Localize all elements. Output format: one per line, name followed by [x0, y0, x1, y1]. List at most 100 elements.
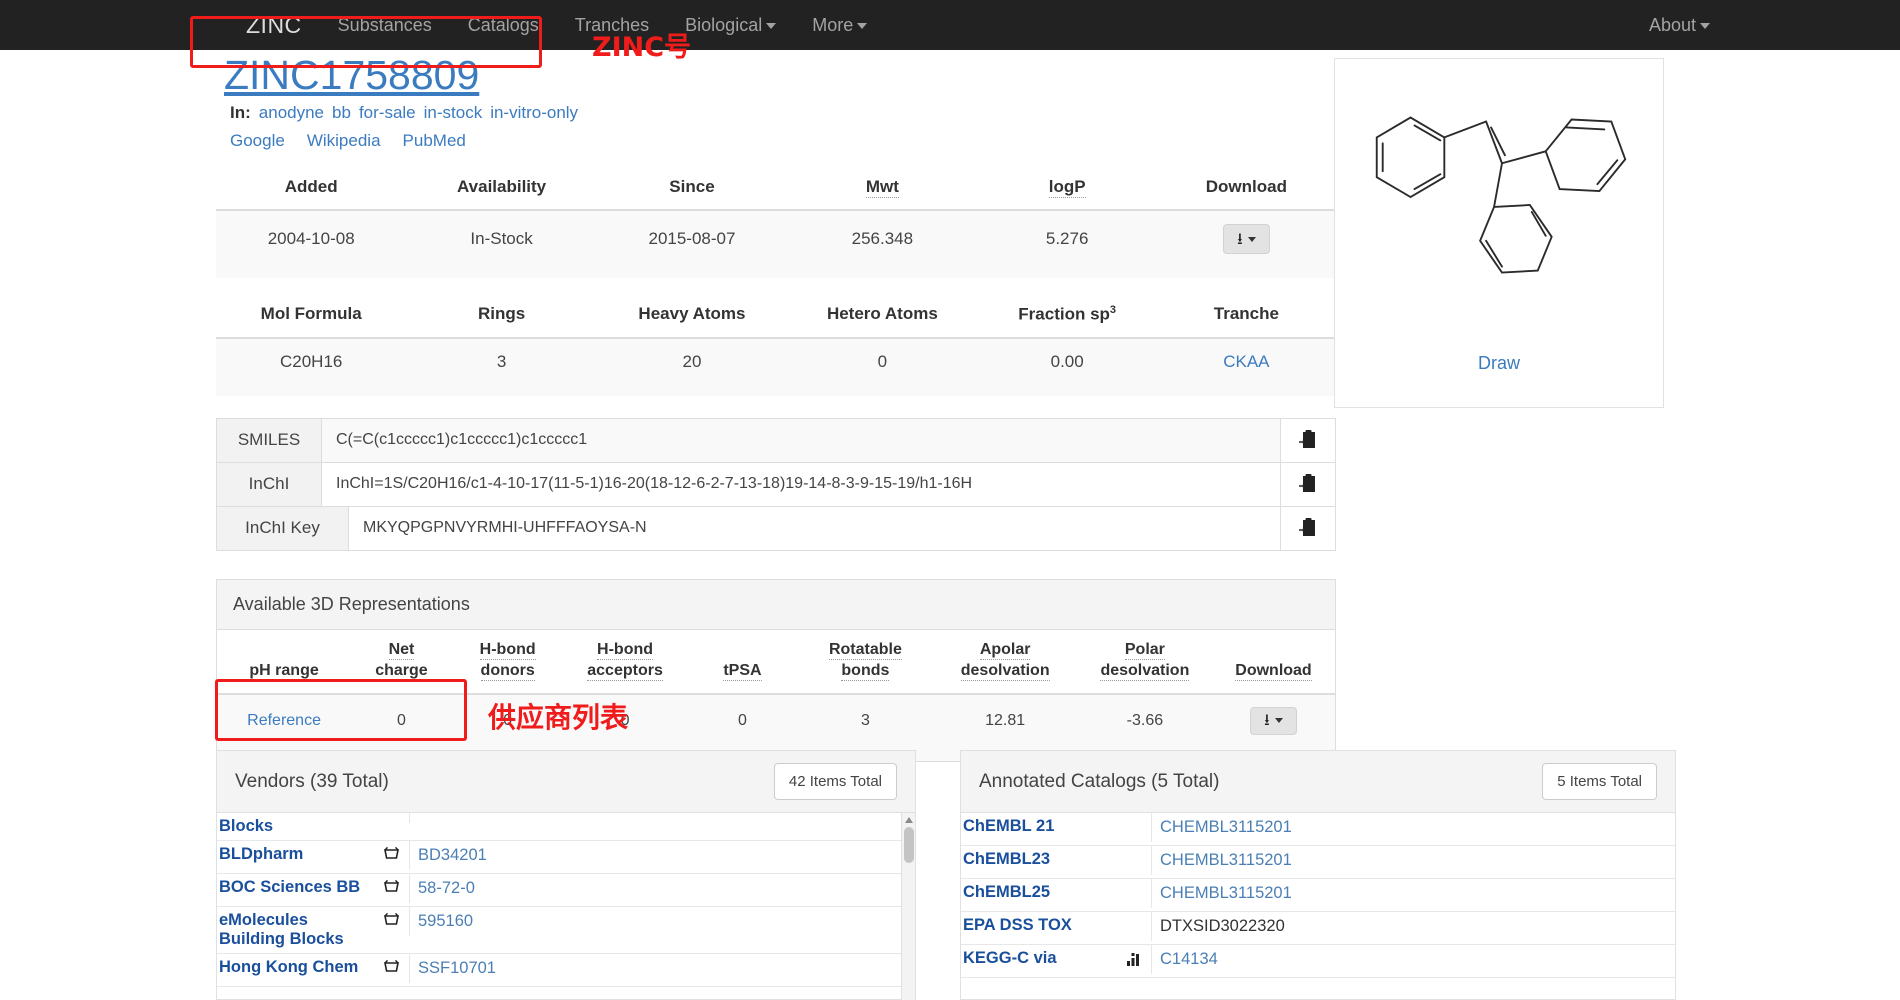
cart-icon — [383, 959, 400, 975]
scroll-up-icon[interactable] — [905, 817, 913, 823]
catalog-name[interactable]: ChEMBL23 — [961, 846, 1151, 873]
catalogs-items-total-button[interactable]: 5 Items Total — [1542, 763, 1657, 800]
list-item[interactable]: ChEMBL23 CHEMBL3115201 — [961, 846, 1675, 879]
inchikey-label: InChI Key — [217, 506, 349, 550]
vendors-items-total-button[interactable]: 42 Items Total — [773, 763, 897, 800]
vendor-code[interactable] — [409, 813, 915, 823]
list-item[interactable]: EPA DSS TOX DTXSID3022320 — [961, 912, 1675, 945]
catalog-name-label: EPA DSS TOX — [963, 916, 1072, 934]
vendor-code[interactable]: SSF10701 — [409, 953, 915, 983]
vendors-panel-title: Vendors (39 Total) — [235, 770, 389, 792]
catalog-code[interactable]: CHEMBL3115201 — [1151, 879, 1675, 908]
copy-smiles-button[interactable] — [1280, 418, 1335, 462]
cart-icon — [383, 912, 400, 928]
chevron-down-icon — [766, 22, 777, 29]
tag-anodyne[interactable]: anodyne — [259, 103, 324, 122]
catalogs-panel: Annotated Catalogs (5 Total) 5 Items Tot… — [960, 750, 1676, 1000]
vendor-code[interactable]: 58-72-0 — [409, 873, 915, 903]
download-button[interactable]: ⭳ — [1223, 224, 1270, 255]
download-icon: ⭳ — [1237, 231, 1243, 249]
catalog-code[interactable]: C14134 — [1151, 945, 1675, 974]
col-ph-range: pH range — [217, 629, 352, 696]
tranche-link[interactable]: CKAA — [1223, 352, 1269, 371]
cell-heavy-atoms: 20 — [596, 337, 788, 396]
catalog-code[interactable]: CHEMBL3115201 — [1151, 813, 1675, 842]
summary-table-row: 2004-10-08 In-Stock 2015-08-07 256.348 5… — [216, 210, 1336, 279]
representations-3d-table: pH range Net charge H-bond donors H-bond ac… — [217, 629, 1335, 762]
vendor-code[interactable]: 595160 — [409, 906, 915, 936]
tag-for-sale[interactable]: for-sale — [359, 103, 416, 122]
navbar-right-group: About — [1631, 15, 1900, 36]
copy-inchi-button[interactable] — [1280, 462, 1335, 506]
nav-item-more[interactable]: More — [794, 15, 885, 36]
copy-inchikey-button[interactable] — [1280, 506, 1335, 550]
catalogs-list: ChEMBL 21 CHEMBL3115201 ChEMBL23 CHEMBL3… — [961, 813, 1675, 1000]
representations-3d-title: Available 3D Representations — [217, 579, 1335, 630]
list-item[interactable]: BLDpharm BD34201 — [217, 840, 915, 874]
cell-since: 2015-08-07 — [596, 210, 788, 279]
list-item[interactable]: Hong Kong Chem SSF10701 — [217, 953, 915, 987]
vendor-name-label: eMolecules Building Blocks — [219, 910, 344, 948]
vendor-name-label: Hong Kong Chem — [219, 957, 359, 976]
clipboard-icon — [1298, 473, 1318, 495]
page-title-zinc-id[interactable]: ZINC1758809 — [216, 50, 479, 99]
nav-item-more-label: More — [812, 14, 854, 35]
col-net-charge: Net charge — [351, 629, 452, 696]
nav-item-catalogs[interactable]: Catalogs — [450, 15, 557, 36]
vendor-name[interactable]: Hong Kong Chem — [217, 954, 409, 981]
col-net-charge-l2: charge — [375, 661, 428, 681]
cell-mwt: 256.348 — [787, 210, 978, 279]
catalog-name-label: ChEMBL 21 — [963, 817, 1055, 835]
navbar-brand-zinc[interactable]: ZINC — [228, 12, 320, 39]
external-link-google[interactable]: Google — [230, 131, 285, 150]
catalog-code[interactable]: CHEMBL3115201 — [1151, 846, 1675, 875]
col-hetero-atoms: Hetero Atoms — [787, 294, 978, 339]
catalog-name[interactable]: ChEMBL25 — [961, 879, 1151, 906]
col-apolar-desolvation-l1: Apolar — [979, 640, 1031, 660]
membership-label: In: — [230, 103, 251, 123]
catalog-name[interactable]: ChEMBL 21 — [961, 813, 1151, 840]
catalog-name-label: KEGG-C via — [963, 949, 1057, 967]
vendors-scrollbar-thumb[interactable] — [904, 827, 914, 863]
list-item[interactable]: ChEMBL 21 CHEMBL3115201 — [961, 813, 1675, 846]
tag-in-stock[interactable]: in-stock — [424, 103, 483, 122]
col-rotatable-bonds-l1: Rotatable — [828, 640, 902, 660]
catalogs-panel-title: Annotated Catalogs (5 Total) — [979, 770, 1220, 792]
list-item[interactable]: eMolecules Building Blocks 595160 — [217, 906, 915, 954]
col-mol-formula: Mol Formula — [216, 294, 407, 339]
col-hbond-donors-l2: donors — [480, 661, 535, 681]
external-link-wikipedia[interactable]: Wikipedia — [307, 131, 381, 150]
vendor-name-label: BOC Sciences BB — [219, 877, 361, 896]
reference-link[interactable]: Reference — [247, 712, 321, 729]
vendors-list: Blocks BLDpharm BD34201 BOC Sciences BB — [217, 813, 915, 1000]
tag-bb[interactable]: bb — [332, 103, 351, 122]
nav-item-substances[interactable]: Substances — [320, 15, 450, 36]
list-item[interactable]: ChEMBL25 CHEMBL3115201 — [961, 879, 1675, 912]
list-item[interactable]: BOC Sciences BB 58-72-0 — [217, 873, 915, 907]
col-tpsa: tPSA — [686, 629, 799, 696]
catalog-name[interactable]: EPA DSS TOX — [961, 912, 1151, 939]
col-hbond-acceptors-l2: acceptors — [587, 661, 663, 681]
vendor-name[interactable]: BLDpharm — [217, 841, 409, 868]
cell-added: 2004-10-08 — [216, 210, 407, 279]
clipboard-icon — [1298, 429, 1318, 451]
vendor-code[interactable]: BD34201 — [409, 840, 915, 870]
smiles-value: C(=C(c1ccccc1)c1ccccc1)c1ccccc1 — [322, 418, 1280, 462]
draw-link[interactable]: Draw — [1335, 353, 1663, 374]
download-3d-button[interactable]: ⭳ — [1250, 707, 1297, 736]
tag-in-vitro-only[interactable]: in-vitro-only — [490, 103, 578, 122]
catalog-name[interactable]: KEGG-C via — [961, 945, 1151, 972]
vendors-scrollbar[interactable] — [901, 813, 915, 1000]
vendor-name[interactable]: eMolecules Building Blocks — [217, 907, 409, 953]
navbar-left-group: ZINC Substances Catalogs Tranches Biolog… — [0, 12, 885, 39]
col-tranche: Tranche — [1156, 294, 1336, 339]
nav-item-about[interactable]: About — [1631, 15, 1728, 35]
col-heavy-atoms: Heavy Atoms — [596, 294, 788, 339]
col-polar-desolvation: Polar desolvation — [1077, 629, 1212, 696]
inchikey-value: MKYQPGPNVYRMHI-UHFFFAOYSA-N — [349, 506, 1280, 550]
vendor-name[interactable]: Blocks — [217, 813, 409, 840]
list-item[interactable]: Blocks — [217, 813, 915, 841]
col-logp: logP — [977, 167, 1157, 212]
vendor-name[interactable]: BOC Sciences BB — [217, 874, 409, 901]
external-link-pubmed[interactable]: PubMed — [403, 131, 466, 150]
